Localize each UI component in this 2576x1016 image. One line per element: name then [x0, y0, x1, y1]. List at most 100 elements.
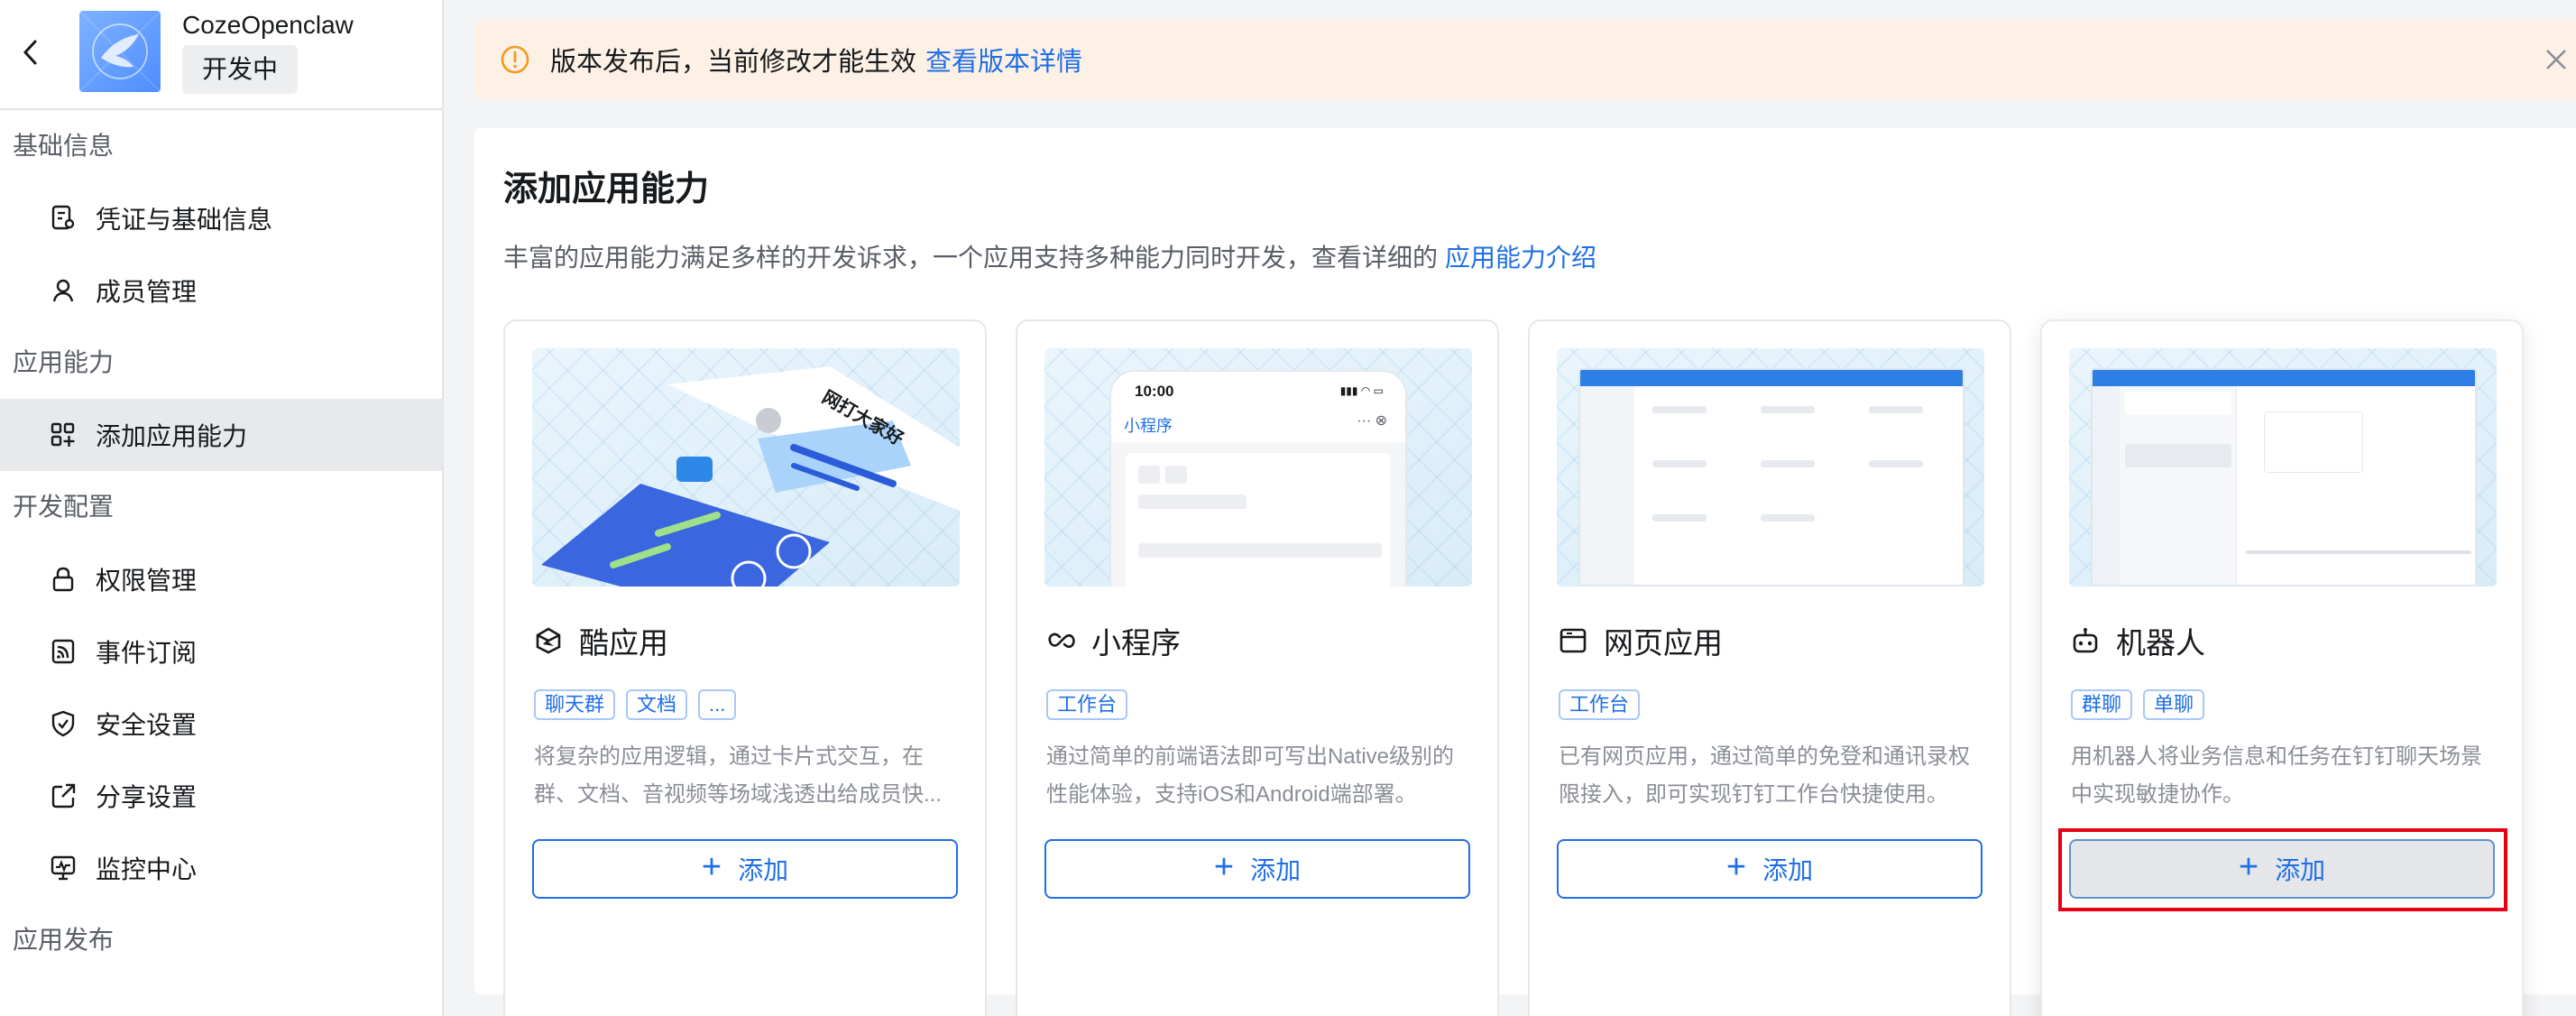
- sidebar-item-members[interactable]: 成员管理: [0, 254, 442, 327]
- card-title-text: 网页应用: [1604, 626, 1723, 660]
- capability-card-robot: 机器人 群聊 单聊 用机器人将业务信息和任务在钉钉聊天场景中实现敏捷协作。 + …: [2040, 319, 2524, 1016]
- card-tags: 工作台: [1046, 689, 1128, 720]
- sidebar-item-permissions[interactable]: 权限管理: [0, 543, 442, 615]
- card-description: 将复杂的应用逻辑，通过卡片式交互，在群、文档、音视频等场域浅透出给成员快...: [534, 744, 943, 807]
- back-button[interactable]: [13, 34, 49, 70]
- sidebar-item-credentials[interactable]: 凭证与基础信息: [0, 182, 442, 254]
- cool-app-illustration: 网打大家好: [541, 366, 960, 587]
- add-button-label: 添加: [738, 856, 789, 884]
- capability-panel: 添加应用能力 丰富的应用能力满足多样的开发诉求，一个应用支持多种能力同时开发，查…: [474, 128, 2576, 1016]
- add-mini-program-button[interactable]: + 添加: [1044, 839, 1470, 899]
- card-description: 用机器人将业务信息和任务在钉钉聊天场景中实现敏捷协作。: [2071, 744, 2482, 807]
- nav-group-release: 应用发布: [0, 904, 442, 976]
- card-description: 通过简单的前端语法即可写出Native级别的性能体验，支持iOS和Android…: [1046, 744, 1455, 807]
- lock-icon: [49, 565, 78, 594]
- card-thumbnail: [2069, 348, 2497, 587]
- page-title: 添加应用能力: [503, 171, 710, 208]
- user-icon: [49, 276, 78, 305]
- tag: 聊天群: [534, 689, 616, 720]
- shield-icon: [49, 709, 78, 738]
- tag: 文档: [626, 689, 688, 720]
- page-description: 丰富的应用能力满足多样的开发诉求，一个应用支持多种能力同时开发，查看详细的 应用能…: [503, 238, 1596, 274]
- sidebar-item-monitor[interactable]: 监控中心: [0, 832, 442, 904]
- phone-time: 10:00: [1135, 383, 1174, 400]
- nav-group-label: 基础信息: [13, 132, 115, 160]
- monitor-icon: [49, 854, 78, 882]
- nav-group-label: 开发配置: [13, 493, 115, 521]
- app-header: CozeOpenclaw 开发中: [0, 0, 442, 110]
- sidebar-item-share[interactable]: 分享设置: [0, 760, 442, 832]
- status-badge: 开发中: [182, 45, 299, 94]
- card-thumbnail: 网打大家好: [532, 348, 960, 587]
- robot-icon: [2071, 625, 2102, 656]
- sidebar-item-add-capability[interactable]: 添加应用能力: [0, 399, 442, 471]
- add-button-label: 添加: [1762, 856, 1814, 884]
- plus-icon: +: [2238, 848, 2259, 886]
- plus-icon: +: [1725, 848, 1747, 886]
- sidebar-item-label: 添加应用能力: [96, 422, 248, 450]
- app-name: CozeOpenclaw: [182, 11, 354, 39]
- card-title-text: 酷应用: [579, 626, 668, 660]
- add-cool-app-button[interactable]: + 添加: [532, 839, 958, 899]
- close-icon[interactable]: [2540, 43, 2572, 76]
- add-button-label: 添加: [1250, 856, 1302, 884]
- description-text: 丰富的应用能力满足多样的开发诉求，一个应用支持多种能力同时开发，查看详细的: [503, 244, 1439, 272]
- grid-add-icon: [49, 420, 78, 449]
- plus-icon: +: [701, 848, 722, 886]
- more-icon: ··· ⊗: [1357, 413, 1387, 429]
- info-warning-icon: [501, 45, 529, 74]
- sidebar: CozeOpenclaw 开发中 基础信息 凭证与基础信息 成员管理 应用能力 …: [0, 0, 444, 1016]
- capability-intro-link[interactable]: 应用能力介绍: [1445, 244, 1596, 272]
- link-icon: [1046, 625, 1077, 656]
- capability-card-mini-program: 10:00 ▮▮▮ ◠ ▭ 小程序 ··· ⊗ 小程序 工作台 通过简单的前端语…: [1016, 319, 1499, 1016]
- sidebar-item-events[interactable]: 事件订阅: [0, 615, 442, 688]
- desktop-window-mockup: [1578, 368, 1964, 587]
- sidebar-item-label: 监控中心: [96, 855, 198, 883]
- tag: 工作台: [1559, 689, 1641, 720]
- card-title: 网页应用: [1559, 619, 1723, 662]
- phone-mockup: 10:00 ▮▮▮ ◠ ▭ 小程序 ··· ⊗: [1109, 370, 1407, 587]
- add-robot-button[interactable]: + 添加: [2069, 839, 2495, 899]
- add-button-label: 添加: [2275, 856, 2326, 884]
- card-thumbnail: 10:00 ▮▮▮ ◠ ▭ 小程序 ··· ⊗: [1044, 348, 1472, 587]
- sidebar-item-label: 分享设置: [96, 783, 198, 811]
- card-description: 已有网页应用，通过简单的免登和通讯录权限接入，即可实现钉钉工作台快捷使用。: [1559, 744, 1970, 807]
- sidebar-item-label: 权限管理: [96, 567, 198, 595]
- nav-group-label: 应用能力: [13, 348, 115, 376]
- capability-card-cool-app: 网打大家好 酷应用 聊天群 文档 ... 将复杂的应用逻辑，通过卡片式交互，在群…: [503, 319, 987, 1016]
- phone-title: 小程序: [1124, 417, 1173, 435]
- nav-group-dev-config: 开发配置 权限管理 事件订阅 安全设置 分享设置 监控中心: [0, 471, 442, 904]
- sidebar-item-label: 凭证与基础信息: [96, 206, 273, 234]
- sidebar-item-label: 事件订阅: [96, 639, 198, 667]
- chat-window-mockup: [2091, 368, 2477, 587]
- nav-group-basic: 基础信息 凭证与基础信息 成员管理: [0, 110, 442, 327]
- chevron-left-icon: [23, 40, 37, 65]
- tag-more[interactable]: ...: [698, 689, 737, 720]
- card-thumbnail: [1557, 348, 1984, 587]
- sidebar-item-label: 成员管理: [96, 278, 198, 306]
- nav-group-capability: 应用能力 添加应用能力: [0, 327, 442, 471]
- rss-icon: [49, 637, 78, 666]
- card-title: 小程序: [1046, 619, 1181, 662]
- card-title-text: 机器人: [2116, 626, 2205, 660]
- app-logo: [79, 11, 161, 92]
- card-title: 机器人: [2071, 619, 2205, 662]
- notice-text: 版本发布后，当前修改才能生效: [550, 48, 917, 77]
- add-web-app-button[interactable]: + 添加: [1557, 839, 1983, 899]
- share-icon: [49, 781, 78, 810]
- signal-icon: ▮▮▮ ◠ ▭: [1339, 384, 1384, 397]
- card-tags: 聊天群 文档 ...: [534, 689, 737, 720]
- cube-app-icon: [534, 625, 565, 656]
- card-title: 酷应用: [534, 619, 668, 662]
- tag: 单聊: [2143, 689, 2205, 720]
- phone-body: [1111, 442, 1405, 587]
- card-tags: 群聊 单聊: [2071, 689, 2205, 720]
- sidebar-item-label: 安全设置: [96, 711, 198, 739]
- plus-icon: +: [1213, 848, 1235, 886]
- bird-logo-icon: [79, 11, 161, 92]
- notice-banner: 版本发布后，当前修改才能生效 查看版本详情: [474, 20, 2576, 99]
- card-tags: 工作台: [1559, 689, 1641, 720]
- version-detail-link[interactable]: 查看版本详情: [925, 41, 1082, 79]
- window-icon: [1559, 625, 1589, 656]
- sidebar-item-security[interactable]: 安全设置: [0, 688, 442, 760]
